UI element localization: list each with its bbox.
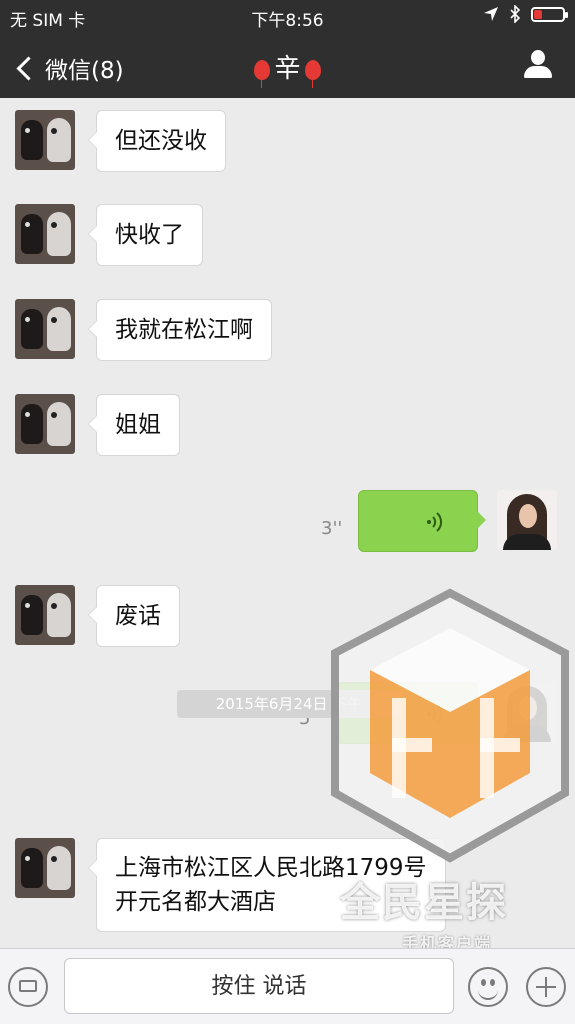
contact-avatar[interactable] xyxy=(15,394,75,454)
person-icon xyxy=(531,50,545,65)
voice-wave-icon xyxy=(427,704,443,724)
contact-avatar[interactable] xyxy=(15,204,75,264)
watermark-title: 全民星探 xyxy=(340,880,508,926)
smiley-icon xyxy=(481,979,486,986)
hold-to-talk-button[interactable]: 按住 说话 xyxy=(64,958,454,1014)
message-text: 但还没收 xyxy=(115,128,207,154)
input-bar: 按住 说话 xyxy=(0,948,575,1024)
chat-title: 辛 xyxy=(0,48,575,88)
message-bubble[interactable]: 快收了 xyxy=(88,204,203,266)
voice-message-bubble[interactable] xyxy=(358,490,486,552)
nav-bar: 微信(8) 辛 xyxy=(0,34,575,98)
contact-avatar[interactable] xyxy=(15,110,75,170)
contact-avatar[interactable] xyxy=(15,299,75,359)
message-text: 我就在松江啊 xyxy=(115,317,253,343)
chat-title-text: 辛 xyxy=(274,54,301,84)
message-timestamp: 2015年6月24日 下午 xyxy=(177,690,401,718)
emoji-button[interactable] xyxy=(468,967,508,1007)
voice-duration: 3'' xyxy=(321,518,343,539)
contact-avatar[interactable] xyxy=(15,585,75,645)
message-bubble[interactable]: 但还没收 xyxy=(88,110,226,172)
message-text: 快收了 xyxy=(115,222,184,248)
message-list[interactable]: 但还没收 快收了 我就在松江啊 姐姐 3'' 废话 5'' 上海市松江区人民北路… xyxy=(0,98,575,948)
message-bubble[interactable]: 废话 xyxy=(88,585,180,647)
my-avatar[interactable] xyxy=(497,490,557,550)
my-avatar[interactable] xyxy=(497,682,557,742)
battery-icon xyxy=(531,6,568,22)
more-button[interactable] xyxy=(526,967,566,1007)
balloon-icon xyxy=(304,59,321,88)
voice-wave-icon xyxy=(427,512,443,532)
keyboard-toggle-button[interactable] xyxy=(8,967,48,1007)
message-bubble[interactable]: 姐姐 xyxy=(88,394,180,456)
bluetooth-icon xyxy=(510,5,521,23)
location-icon xyxy=(484,7,498,21)
status-bar: 无 SIM 卡 下午8:56 xyxy=(0,0,575,34)
message-bubble[interactable]: 我就在松江啊 xyxy=(88,299,272,361)
message-text: 姐姐 xyxy=(115,412,161,438)
balloon-icon xyxy=(254,59,271,88)
contact-avatar[interactable] xyxy=(15,838,75,898)
keyboard-icon xyxy=(19,980,37,992)
message-text: 废话 xyxy=(115,603,161,629)
contact-info-button[interactable] xyxy=(523,50,553,80)
